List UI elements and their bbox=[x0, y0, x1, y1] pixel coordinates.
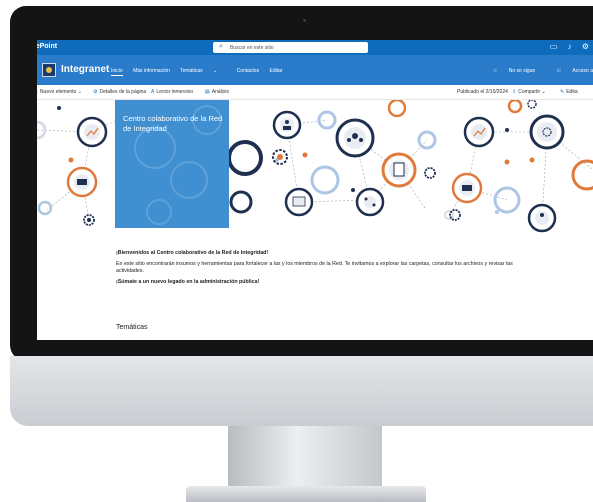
follow-button[interactable]: ☆ No se sigue bbox=[483, 68, 535, 74]
welcome-heading: ¡Bienvenidos al Centro colaborativo de l… bbox=[116, 250, 269, 256]
monitor-screen: rePoint ⌕ Buscar en este sitio ▭ ♪ ⚙ Int… bbox=[37, 40, 593, 340]
chart-icon: ▤ bbox=[205, 89, 210, 95]
site-access-label: Acceso a bbox=[572, 68, 593, 74]
suite-bar: rePoint ⌕ Buscar en este sitio ▭ ♪ ⚙ bbox=[37, 40, 593, 55]
command-bar: +Nuevo elemento ⌄ ⚙Detalles de la página… bbox=[37, 85, 593, 100]
building-icon bbox=[284, 187, 314, 217]
star-icon: ☆ bbox=[492, 68, 499, 74]
new-item-label: Nuevo elemento bbox=[39, 89, 77, 95]
site-header: Integranet Inicio Más información Temáti… bbox=[37, 55, 593, 85]
share-button[interactable]: ⇪ Compartir ⌄ bbox=[512, 89, 546, 95]
welcome-slogan: ¡Súmate a un nuevo legado en la administ… bbox=[116, 279, 260, 285]
plus-icon: + bbox=[37, 89, 38, 95]
published-date: Publicado el 2/10/2024 bbox=[457, 89, 508, 95]
immersive-reader-label: Lector inmersivo bbox=[156, 89, 194, 95]
meeting-icon bbox=[451, 172, 483, 204]
monitor-camera bbox=[303, 19, 306, 22]
chart-icon bbox=[463, 116, 495, 148]
nav-item-editar[interactable]: Editar bbox=[269, 68, 282, 74]
site-logo[interactable] bbox=[42, 63, 56, 77]
search-icon: ⌕ bbox=[219, 43, 223, 50]
logo-emblem-icon bbox=[46, 67, 52, 73]
document-icon bbox=[381, 152, 417, 188]
gear-icon: ⚙ bbox=[93, 89, 98, 95]
site-nav: Inicio Más información Temáticas ⌄ Conta… bbox=[111, 68, 292, 76]
immersive-reader-button[interactable]: A Lector inmersivo bbox=[151, 89, 193, 95]
search-placeholder: Buscar en este sitio bbox=[230, 45, 274, 51]
chevron-down-icon: ⌄ bbox=[77, 89, 82, 95]
suite-brand[interactable]: rePoint bbox=[37, 43, 57, 50]
team-icon bbox=[335, 118, 375, 158]
gear-icon bbox=[83, 214, 95, 226]
network-icon bbox=[355, 187, 385, 217]
monitor-stand-foot bbox=[186, 486, 426, 502]
follow-label: No se sigue bbox=[508, 68, 536, 74]
settings-cluster-icon bbox=[529, 114, 565, 150]
welcome-section: ¡Bienvenidos al Centro colaborativo de l… bbox=[116, 250, 526, 290]
monitor-stand-neck bbox=[228, 426, 382, 488]
new-item-button[interactable]: +Nuevo elemento ⌄ bbox=[37, 89, 82, 95]
presenter-icon bbox=[527, 203, 557, 233]
gear-icon bbox=[527, 100, 537, 109]
chevron-down-icon: ⌄ bbox=[541, 89, 546, 95]
monitor-chin bbox=[10, 356, 593, 426]
analytics-label: Análisis bbox=[211, 89, 229, 95]
gear-icon bbox=[272, 149, 288, 165]
settings-icon[interactable]: ⚙ bbox=[582, 42, 589, 51]
chat-icon[interactable]: ▭ bbox=[550, 42, 558, 51]
nav-item-tematicas-label: Temáticas bbox=[180, 68, 203, 74]
presenter-icon bbox=[272, 110, 302, 140]
hero-banner: Centro colaborativo de la Red de Integri… bbox=[37, 100, 593, 240]
search-input[interactable]: ⌕ Buscar en este sitio bbox=[213, 42, 368, 53]
share-label: Compartir bbox=[518, 89, 541, 95]
nav-item-mas-informacion[interactable]: Más información bbox=[133, 68, 170, 74]
site-name[interactable]: Integranet bbox=[61, 64, 109, 75]
hero-title: Centro colaborativo de la Red de Integri… bbox=[123, 114, 223, 133]
notifications-icon[interactable]: ♪ bbox=[568, 42, 572, 51]
share-icon: ⇪ bbox=[512, 89, 517, 95]
nav-item-inicio[interactable]: Inicio bbox=[111, 68, 123, 76]
reader-icon: A bbox=[151, 89, 155, 95]
page-details-button[interactable]: ⚙ Detalles de la página bbox=[93, 89, 146, 95]
analytics-button[interactable]: ▤ Análisis bbox=[205, 89, 229, 95]
meeting-icon bbox=[66, 166, 98, 198]
gear-icon bbox=[424, 167, 436, 179]
suite-actions: ▭ ♪ ⚙ bbox=[542, 42, 589, 51]
strategy-icon bbox=[76, 116, 108, 148]
pencil-icon: ✎ bbox=[560, 89, 565, 95]
nav-item-contactos[interactable]: Contactos bbox=[237, 68, 260, 74]
site-actions: ☆ No se sigue ⚇ Acceso a bbox=[473, 68, 593, 74]
edit-label: Edita bbox=[566, 89, 578, 95]
nav-item-tematicas[interactable]: Temáticas ⌄ bbox=[180, 68, 226, 74]
site-access-button[interactable]: ⚇ Acceso a bbox=[547, 68, 593, 74]
edit-button[interactable]: ✎ Edita bbox=[560, 89, 578, 95]
page-details-label: Detalles de la página bbox=[99, 89, 147, 95]
section-title-tematicas: Temáticas bbox=[116, 324, 148, 331]
chevron-down-icon: ⌄ bbox=[212, 68, 218, 74]
welcome-body: En este sitio encontrarán insumos y herr… bbox=[116, 261, 513, 274]
people-icon: ⚇ bbox=[556, 68, 563, 74]
